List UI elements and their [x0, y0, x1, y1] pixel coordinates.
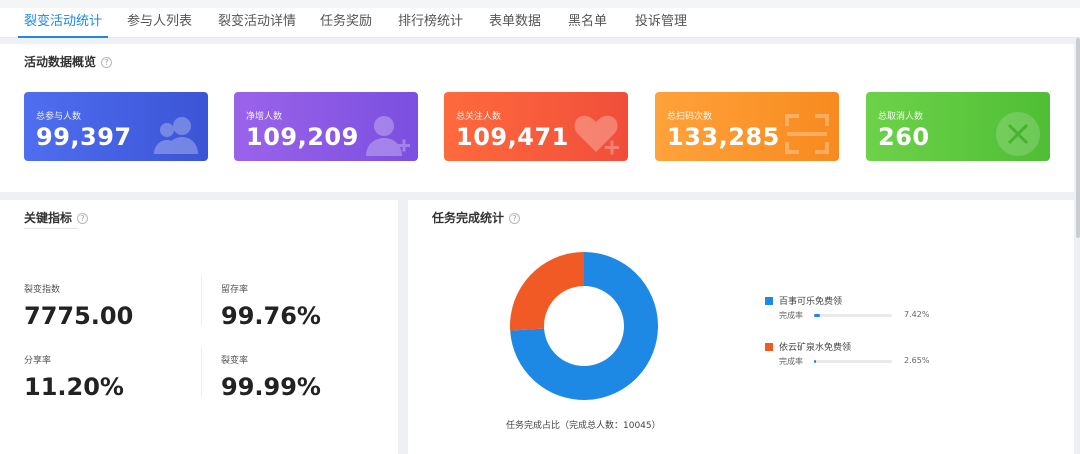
rate-progress-track [814, 360, 892, 363]
scan-icon [785, 114, 829, 154]
task-stats-title: 任务完成统计? [432, 209, 521, 226]
rate-progress-fill [814, 314, 820, 317]
metric-fission-index: 裂变指数 7775.00 [24, 282, 133, 330]
rate-label: 完成率 [779, 311, 803, 320]
metric-value: 7775.00 [24, 302, 134, 330]
rate-label: 完成率 [779, 357, 803, 366]
metric-share-rate: 分享率 11.20% [24, 353, 124, 401]
metric-divider [201, 276, 202, 326]
card-label: 总关注人数 [456, 112, 502, 122]
legend-label: 依云矿泉水免费领 [779, 343, 852, 353]
slice-evian[interactable] [510, 252, 584, 331]
tab-task-reward[interactable]: 任务奖励 [320, 8, 372, 38]
legend-item-pepsi[interactable]: 百事可乐免费领 [765, 294, 842, 307]
card-net-increase: 净增人数 109,209 [234, 92, 418, 161]
user-add-icon [366, 116, 410, 156]
card-label: 总扫码次数 [667, 112, 713, 122]
metric-label: 裂变率 [221, 356, 249, 366]
metric-value: 99.99% [221, 373, 321, 401]
metric-fission-rate: 裂变率 99.99% [221, 353, 321, 401]
task-donut-chart [510, 252, 658, 400]
card-total-unfollows: 总取消人数 260 [866, 92, 1050, 161]
metric-label: 裂变指数 [24, 285, 61, 295]
metric-label: 分享率 [24, 356, 52, 366]
legend-color-swatch [765, 297, 773, 305]
scrollbar[interactable] [1076, 38, 1080, 238]
card-total-followers: 总关注人数 109,471 [444, 92, 628, 161]
users-icon [154, 117, 198, 154]
title-underline [24, 228, 78, 229]
card-label: 总取消人数 [878, 112, 924, 122]
overview-title: 活动数据概览? [24, 53, 113, 70]
metric-label: 留存率 [221, 285, 249, 295]
rate-progress-fill [814, 360, 817, 363]
tab-fission-stats[interactable]: 裂变活动统计 [17, 8, 109, 38]
metric-retention-rate: 留存率 99.76% [221, 282, 321, 330]
rate-value: 2.65% [904, 356, 930, 365]
tab-complaint-management[interactable]: 投诉管理 [635, 8, 687, 38]
metric-value: 99.76% [221, 302, 321, 330]
card-total-scans: 总扫码次数 133,285 [655, 92, 839, 161]
metric-divider [201, 347, 202, 397]
heart-plus-icon [574, 115, 619, 155]
card-label: 总参与人数 [36, 112, 82, 122]
card-value: 109,209 [246, 123, 359, 151]
top-strip [0, 0, 1080, 8]
card-value: 99,397 [36, 123, 132, 151]
tab-activity-detail[interactable]: 裂变活动详情 [218, 8, 296, 38]
legend-item-evian[interactable]: 依云矿泉水免费领 [765, 340, 851, 353]
help-icon[interactable]: ? [101, 57, 113, 68]
card-value: 133,285 [667, 123, 780, 151]
tab-bar: 裂变活动统计 参与人列表 裂变活动详情 任务奖励 排行榜统计 表单数据 黑名单 … [0, 8, 1080, 38]
card-total-participants: 总参与人数 99,397 [24, 92, 208, 161]
help-icon[interactable]: ? [77, 213, 89, 224]
card-label: 净增人数 [246, 112, 283, 122]
legend-color-swatch [765, 343, 773, 351]
chart-caption: 任务完成占比（完成总人数：10045） [506, 421, 661, 431]
card-value: 260 [878, 123, 930, 151]
rate-value: 7.42% [904, 310, 930, 319]
tab-blacklist[interactable]: 黑名单 [568, 8, 607, 38]
close-circle-icon [996, 112, 1040, 156]
metric-value: 11.20% [24, 373, 124, 401]
tab-participant-list[interactable]: 参与人列表 [127, 8, 192, 38]
rate-progress-track [814, 314, 892, 317]
tab-form-data[interactable]: 表单数据 [489, 8, 541, 38]
help-icon[interactable]: ? [509, 213, 521, 224]
tab-ranking-stats[interactable]: 排行榜统计 [398, 8, 463, 38]
card-value: 109,471 [456, 123, 569, 151]
key-metrics-title: 关键指标? [24, 209, 89, 226]
legend-label: 百事可乐免费领 [779, 297, 843, 307]
